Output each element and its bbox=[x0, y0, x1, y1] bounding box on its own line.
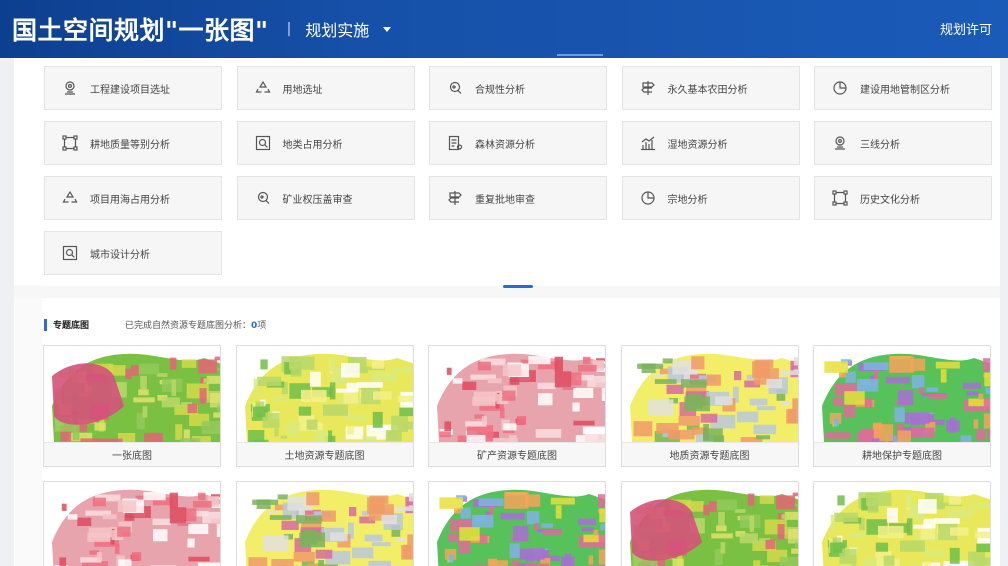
section-accent-bar bbox=[44, 319, 47, 331]
map-thumbnail bbox=[429, 482, 605, 566]
thematic-map-card[interactable]: 土地资源专题底图 bbox=[235, 345, 414, 467]
thematic-map-card[interactable] bbox=[235, 481, 414, 566]
analysis-tool-button[interactable]: 地类占用分析 bbox=[236, 121, 415, 165]
analysis-tool-label: 项目用海占用分析 bbox=[90, 194, 170, 206]
analysis-tool-label: 地类占用分析 bbox=[282, 139, 343, 151]
analysis-tool-label: 建设用地管制区分析 bbox=[860, 84, 950, 96]
status-suffix: 项 bbox=[257, 321, 267, 331]
search-box-icon bbox=[62, 245, 78, 261]
thematic-map-card[interactable] bbox=[813, 481, 991, 566]
thematic-map-card[interactable]: 一张底图 bbox=[43, 345, 221, 467]
app-title: 国土空间规划"一张图" bbox=[12, 16, 269, 45]
thematic-map-card[interactable] bbox=[428, 481, 606, 566]
analysis-tool-label: 耕地质量等别分析 bbox=[90, 139, 170, 151]
analysis-tool-button[interactable]: 耕地质量等别分析 bbox=[44, 121, 222, 165]
thematic-map-card[interactable]: 耕地保护专题底图 bbox=[813, 345, 991, 467]
planning-implementation-label: 规划实施 bbox=[305, 21, 370, 40]
analysis-tool-button[interactable]: 重复批地审查 bbox=[429, 176, 607, 220]
analysis-tool-label: 合规性分析 bbox=[475, 84, 525, 96]
recycle-icon bbox=[255, 80, 271, 96]
analysis-tool-label: 永久基本农田分析 bbox=[667, 84, 748, 96]
signpost-icon bbox=[447, 190, 463, 206]
location-pin-icon bbox=[62, 80, 78, 96]
map-caption: 耕地保护专题底图 bbox=[814, 442, 990, 466]
analysis-tool-label: 三线分析 bbox=[860, 139, 900, 151]
frame-select-icon bbox=[62, 135, 78, 151]
section-status: 已完成自然资源专题底图分析：0项 bbox=[125, 318, 266, 331]
map-caption: 地质资源专题底图 bbox=[621, 442, 798, 466]
analysis-tool-label: 矿业权压盖审查 bbox=[282, 194, 353, 206]
location-pin-icon bbox=[832, 135, 848, 151]
analysis-tool-label: 重复批地审查 bbox=[475, 194, 535, 206]
analysis-tool-label: 历史文化分析 bbox=[860, 194, 920, 206]
recycle-icon bbox=[62, 190, 78, 206]
map-caption: 土地资源专题底图 bbox=[236, 442, 413, 466]
analysis-tool-label: 湿地资源分析 bbox=[667, 139, 728, 151]
map-thumbnail bbox=[621, 482, 798, 566]
map-thumbnail bbox=[814, 482, 990, 566]
thematic-map-card[interactable]: 矿产资源专题底图 bbox=[428, 345, 606, 467]
header-separator: | bbox=[286, 21, 292, 37]
right-gutter bbox=[1000, 58, 1008, 566]
map-caption: 矿产资源专题底图 bbox=[429, 442, 605, 466]
analysis-tool-button[interactable]: 项目用海占用分析 bbox=[44, 176, 222, 220]
status-prefix: 已完成自然资源专题底图分析： bbox=[125, 321, 252, 331]
thematic-map-card[interactable] bbox=[620, 481, 799, 566]
analysis-tool-label: 工程建设项目选址 bbox=[90, 84, 170, 96]
frame-select-icon bbox=[832, 190, 848, 206]
map-thumbnail bbox=[429, 346, 605, 442]
map-thumbnail bbox=[236, 346, 413, 442]
map-thumbnail bbox=[621, 346, 798, 442]
analysis-tool-button[interactable]: 三线分析 bbox=[814, 121, 992, 165]
carousel-indicator[interactable] bbox=[503, 285, 533, 288]
analysis-tool-button[interactable]: 合规性分析 bbox=[429, 66, 607, 110]
analysis-tool-button[interactable]: 历史文化分析 bbox=[814, 176, 992, 220]
chevron-down-icon bbox=[383, 26, 392, 32]
map-thumbnail bbox=[814, 346, 990, 442]
analysis-tool-button[interactable]: 工程建设项目选址 bbox=[44, 66, 222, 110]
pie-chart-icon bbox=[640, 190, 656, 206]
analysis-tool-button[interactable]: 矿业权压盖审查 bbox=[236, 176, 415, 220]
analysis-tool-button[interactable]: 建设用地管制区分析 bbox=[814, 66, 992, 110]
map-caption: 一张底图 bbox=[44, 442, 220, 466]
analysis-tool-label: 宗地分析 bbox=[667, 194, 708, 206]
pie-chart-icon bbox=[832, 80, 848, 96]
search-refresh-icon bbox=[447, 80, 463, 96]
list-document-icon bbox=[447, 135, 463, 151]
map-thumbnail bbox=[44, 482, 220, 566]
signpost-icon bbox=[640, 80, 656, 96]
app-header: 国土空间规划"一张图" | 规划实施 规划许可 bbox=[0, 0, 1008, 58]
left-inner-gutter bbox=[14, 285, 42, 566]
analysis-tool-button[interactable]: 城市设计分析 bbox=[44, 231, 222, 275]
search-refresh-icon bbox=[255, 190, 271, 206]
left-gutter bbox=[0, 58, 14, 566]
analysis-tool-button[interactable]: 用地选址 bbox=[236, 66, 415, 110]
section-title: 专题底图 bbox=[53, 321, 90, 331]
analysis-tool-label: 森林资源分析 bbox=[475, 139, 535, 151]
bar-chart-icon bbox=[640, 135, 656, 151]
active-tab-indicator bbox=[557, 54, 603, 56]
map-thumbnail bbox=[236, 482, 413, 566]
analysis-tool-button[interactable]: 森林资源分析 bbox=[429, 121, 607, 165]
analysis-tool-label: 城市设计分析 bbox=[90, 249, 150, 261]
planning-implementation-menu[interactable]: 规划实施 bbox=[305, 17, 392, 41]
analysis-tool-button[interactable]: 永久基本农田分析 bbox=[621, 66, 800, 110]
map-thumbnail bbox=[44, 346, 220, 442]
search-box-icon bbox=[255, 135, 271, 151]
analysis-tool-label: 用地选址 bbox=[282, 84, 323, 96]
analysis-tool-button[interactable]: 湿地资源分析 bbox=[621, 121, 800, 165]
planning-permit-link[interactable]: 规划许可 bbox=[940, 19, 992, 38]
thematic-map-card[interactable]: 地质资源专题底图 bbox=[620, 345, 799, 467]
analysis-tool-button[interactable]: 宗地分析 bbox=[621, 176, 800, 220]
thematic-map-card[interactable] bbox=[43, 481, 221, 566]
